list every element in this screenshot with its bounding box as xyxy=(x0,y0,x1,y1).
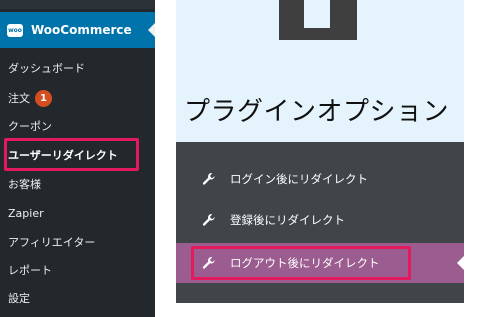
active-option-arrow-icon xyxy=(457,255,465,271)
options-menu: ログイン後にリダイレクト 登録後にリダイレクト ログアウト後にリダイレクト xyxy=(176,142,465,303)
screenshot-root: { "sidebar": { "woocommerce_label": "Woo… xyxy=(0,0,477,317)
banner-logo-notch xyxy=(304,0,330,28)
woocommerce-logo-icon: woo xyxy=(7,23,23,37)
submenu-item-coupons[interactable]: クーポン xyxy=(0,112,155,140)
option-registration-redirect[interactable]: 登録後にリダイレクト xyxy=(176,200,464,240)
highlight-box-logout-redirect xyxy=(191,246,411,280)
submenu-item-label: クーポン xyxy=(8,120,52,133)
submenu-item-affiliates[interactable]: アフィリエイター xyxy=(0,228,155,256)
submenu-item-label: レポート xyxy=(8,264,52,277)
option-label: 登録後にリダイレクト xyxy=(230,213,345,227)
submenu-item-customers[interactable]: お客様 xyxy=(0,170,155,198)
submenu-item-label: 設定 xyxy=(8,292,30,305)
wrench-icon xyxy=(202,213,216,227)
option-label: ログイン後にリダイレクト xyxy=(230,172,368,186)
highlight-box-user-redirect xyxy=(4,138,139,171)
submenu-item-label: アフィリエイター xyxy=(8,236,96,249)
submenu-item-orders[interactable]: 注文 1 xyxy=(0,84,155,112)
sidebar-item-woocommerce[interactable]: woo WooCommerce xyxy=(0,12,156,48)
orders-count-badge: 1 xyxy=(35,89,52,107)
page-title: プラグインオプション xyxy=(184,97,450,127)
submenu-item-label: お客様 xyxy=(8,178,41,191)
sidebar-top-strip xyxy=(0,0,155,9)
submenu-item-settings[interactable]: 設定 xyxy=(0,284,155,312)
submenu-item-label: 注文 xyxy=(8,92,30,105)
wrench-icon xyxy=(202,172,216,186)
submenu-item-label: Zapier xyxy=(8,206,44,220)
submenu-item-reports[interactable]: レポート xyxy=(0,256,155,284)
sidebar-item-woocommerce-label: WooCommerce xyxy=(31,23,132,37)
submenu-item-zapier[interactable]: Zapier xyxy=(0,199,155,227)
admin-sidebar: woo WooCommerce ダッシュボード 注文 1 クーポン ユーザーリダ… xyxy=(0,0,156,317)
submenu-item-label: ダッシュボード xyxy=(8,62,85,75)
option-login-redirect[interactable]: ログイン後にリダイレクト xyxy=(176,159,464,199)
plugin-banner: プラグインオプション xyxy=(176,0,464,142)
submenu-item-dashboard[interactable]: ダッシュボード xyxy=(0,54,155,82)
